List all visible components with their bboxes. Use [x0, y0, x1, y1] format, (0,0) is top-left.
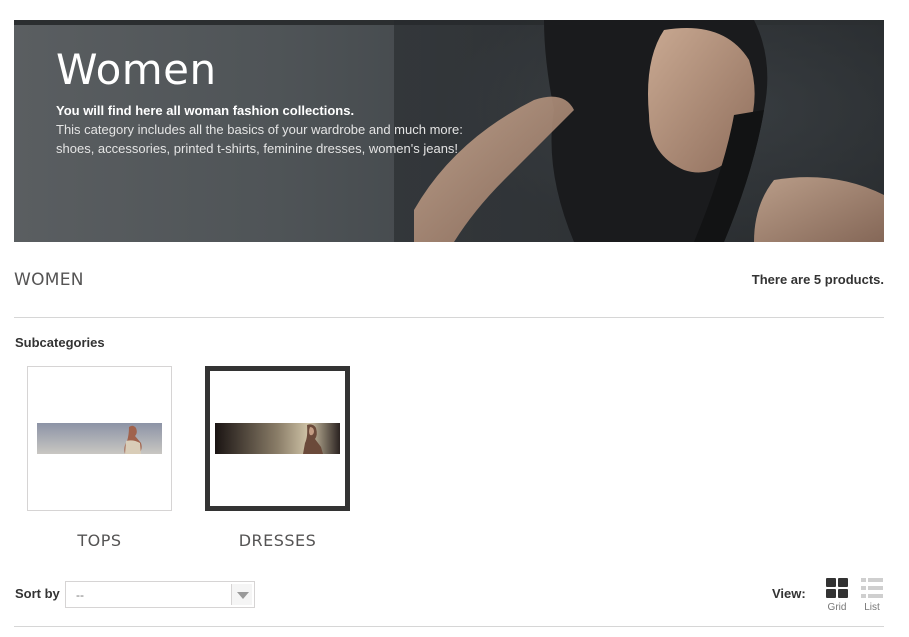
banner-text: Women You will find here all woman fashi… — [56, 46, 496, 158]
category-banner: Women You will find here all woman fashi… — [14, 20, 884, 242]
subcategory-image — [37, 423, 162, 454]
sort-selected-value: -- — [76, 588, 84, 602]
sort-select[interactable]: -- — [65, 581, 255, 608]
category-heading: WOMEN There are 5 products. — [14, 268, 884, 318]
view-list-caption: List — [864, 602, 880, 613]
subcategory-thumbnail[interactable] — [27, 366, 172, 511]
subcategory-label[interactable]: TOPS — [27, 531, 172, 550]
banner-title: Women — [56, 45, 217, 94]
list-icon — [861, 578, 883, 598]
subcategory-image — [215, 423, 340, 454]
grid-icon — [826, 578, 848, 598]
sort-label: Sort by — [15, 586, 60, 601]
banner-description: This category includes all the basics of… — [56, 122, 463, 156]
view-list-button[interactable]: List — [857, 578, 887, 613]
subcategory-thumbnail[interactable] — [205, 366, 350, 511]
view-label: View: — [772, 586, 806, 601]
category-name: WOMEN — [14, 270, 84, 290]
banner-lead: You will find here all woman fashion col… — [56, 103, 355, 118]
view-grid-button[interactable]: Grid — [822, 578, 852, 613]
sort-bar: Sort by -- View: Grid List — [14, 574, 884, 627]
view-grid-caption: Grid — [827, 602, 847, 613]
subcategory-dresses[interactable]: DRESSES — [205, 366, 350, 550]
subcategory-tops[interactable]: TOPS — [27, 366, 172, 550]
chevron-down-icon[interactable] — [231, 584, 252, 605]
product-count: There are 5 products. — [751, 272, 884, 287]
subcategories-title: Subcategories — [15, 335, 105, 350]
subcategory-label[interactable]: DRESSES — [205, 531, 350, 550]
